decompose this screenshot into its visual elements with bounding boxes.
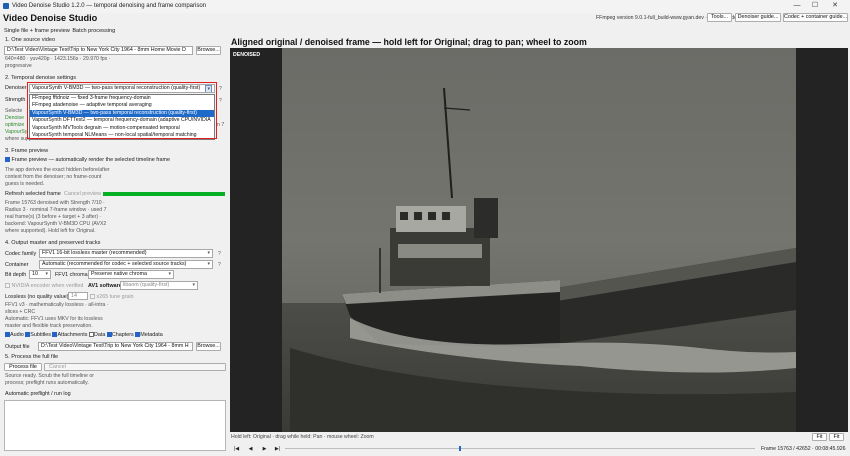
mode-tabs: Single file + frame preview Batch proces… [4, 28, 115, 34]
minimize-button[interactable]: — [790, 1, 804, 11]
source-info-line2: progressive [5, 63, 32, 69]
auto-preview-label: Frame preview — automatically render the… [11, 157, 171, 163]
output-browse-button[interactable]: Browse... [196, 342, 221, 351]
preview-progress-bar [103, 192, 225, 196]
lossless-label: Lossless (no quality value) [5, 294, 69, 300]
strength-label: Strength [5, 97, 26, 103]
process-status-2: process; preflight runs automatically. [5, 380, 89, 386]
audio-label: Audio [10, 332, 24, 338]
av1-select[interactable]: libaom (quality-first) ▾ [120, 281, 198, 290]
skip-end-button[interactable]: ▶| [274, 446, 281, 452]
x265-checkbox[interactable] [90, 294, 95, 300]
tab-single-file[interactable]: Single file + frame preview [4, 28, 70, 34]
bit-depth-label: Bit depth [5, 272, 27, 278]
ffv1-chroma-select[interactable]: Preserve native chroma ▾ [88, 270, 174, 279]
codec-guide-button[interactable]: Codec + container guide... [783, 13, 848, 22]
av1-value: libaom (quality-first) [123, 282, 170, 288]
viewer-title: Aligned original / denoised frame — hold… [231, 37, 587, 47]
frame-viewer[interactable] [230, 48, 848, 432]
track-checkboxes: Audio Subtitles Attachments Data Chapter… [5, 332, 163, 338]
nvidia-row[interactable]: NVIDIA encoder when verified [5, 283, 83, 289]
timeline-thumb[interactable] [458, 446, 462, 452]
nvidia-label: NVIDIA encoder when verified [11, 283, 84, 289]
step-back-button[interactable]: ◀ [247, 446, 254, 452]
output-file-label: Output file [5, 344, 30, 350]
close-button[interactable]: ✕ [828, 1, 842, 11]
lossless-value-field[interactable]: 14 [68, 292, 88, 300]
auto-preview-row[interactable]: Frame preview — automatically render the… [5, 157, 170, 163]
chevron-down-icon: ▾ [192, 282, 195, 288]
attachments-label: Attachments [57, 332, 88, 338]
codec-help-icon[interactable]: ? [218, 251, 221, 257]
bit-depth-value: 10 [32, 271, 38, 277]
log-label: Automatic preflight / run log [5, 391, 71, 397]
codec-family-value: FFV1 16-bit lossless master (recommended… [42, 250, 147, 256]
source-browse-button[interactable]: Browse... [196, 46, 221, 55]
fit-button-1[interactable]: Fit [812, 433, 827, 441]
denoiser-guide-button[interactable]: Denoiser guide... [735, 13, 781, 22]
chevron-down-icon: ▾ [45, 271, 48, 277]
preview-progress-fill [103, 192, 225, 196]
container-label: Container [5, 262, 29, 268]
preview-section-title: 3. Frame preview [5, 148, 49, 154]
app-icon [3, 3, 9, 9]
container-select[interactable]: Automatic (recommended for codec + selec… [39, 260, 213, 269]
denoiser-label: Denoiser [5, 85, 27, 91]
process-file-button[interactable]: Process file [4, 363, 42, 371]
subtitles-label: Subtitles [30, 332, 51, 338]
refresh-frame-button[interactable]: Refresh selected frame [5, 191, 61, 197]
denoised-tag: DENOISED [233, 52, 261, 58]
source-section-title: 1. One source video [5, 37, 56, 43]
av1-label: AV1 software [88, 283, 122, 289]
process-cancel-button[interactable]: Cancel [44, 363, 226, 371]
auto-preview-checkbox[interactable] [5, 157, 10, 163]
output-section-title: 4. Output master and preserved tracks [5, 240, 101, 246]
video-frame [230, 48, 848, 432]
ffv1-note-4: master and flexible track preservation. [5, 323, 93, 329]
fit-button-2[interactable]: Fit [829, 433, 844, 441]
window-title: Video Denoise Studio 1.2.0 — temporal de… [12, 3, 207, 9]
chapters-label: Chapters [111, 332, 134, 338]
tab-batch[interactable]: Batch processing [72, 28, 115, 34]
viewer-status: Hold left: Original · drag while held: P… [231, 434, 374, 440]
data-label: Data [93, 332, 106, 338]
source-path-field[interactable]: D:\Test Video\Vintage Test\Trip to New Y… [4, 46, 193, 55]
settings-section-title: 2. Temporal denoise settings [5, 75, 77, 81]
run-log-box[interactable] [4, 400, 226, 451]
ffv1-chroma-label: FFV1 chroma [55, 272, 88, 278]
nvidia-checkbox[interactable] [5, 283, 10, 289]
cancel-preview-button[interactable]: Cancel preview [64, 191, 101, 197]
settings-note-right: n 7 [217, 122, 225, 128]
maximize-button[interactable]: ☐ [808, 1, 822, 11]
chevron-down-icon: ▾ [207, 250, 210, 256]
tools-button[interactable]: Tools... [707, 13, 732, 22]
ffv1-chroma-value: Preserve native chroma [91, 271, 147, 277]
codec-family-label: Codec family [5, 251, 37, 257]
strength-help-icon[interactable]: ? [219, 98, 222, 104]
codec-family-select[interactable]: FFV1 16-bit lossless master (recommended… [39, 249, 213, 258]
highlight-box [27, 82, 217, 139]
process-section-title: 5. Process the full file [5, 354, 59, 360]
metadata-label: Metadata [140, 332, 163, 338]
title-bar: Video Denoise Studio 1.2.0 — temporal de… [0, 0, 850, 13]
frame-counter: Frame 15763 / 42652 · 00:08:45.926 [761, 446, 846, 452]
container-help-icon[interactable]: ? [218, 262, 221, 268]
chevron-down-icon: ▾ [168, 271, 171, 277]
x265-label: x265 tune grain [96, 294, 134, 300]
bit-depth-select[interactable]: 10 ▾ [29, 270, 51, 279]
container-value: Automatic (recommended for codec + selec… [42, 261, 187, 267]
x265-row[interactable]: x265 tune grain [90, 294, 134, 300]
output-path-field[interactable]: D:\Test Video\Vintage Test\Trip to New Y… [38, 342, 193, 351]
denoiser-help-icon[interactable]: ? [219, 86, 222, 92]
skip-start-button[interactable]: |◀ [233, 446, 240, 452]
preview-explain-3: guess is needed. [5, 181, 45, 187]
chevron-down-icon: ▾ [207, 261, 210, 267]
preview-result-5: where supported). Hold left for Original… [5, 228, 96, 234]
play-button[interactable]: ▶ [261, 446, 268, 452]
app-heading: Video Denoise Studio [3, 13, 98, 23]
timeline-slider[interactable] [285, 446, 755, 452]
